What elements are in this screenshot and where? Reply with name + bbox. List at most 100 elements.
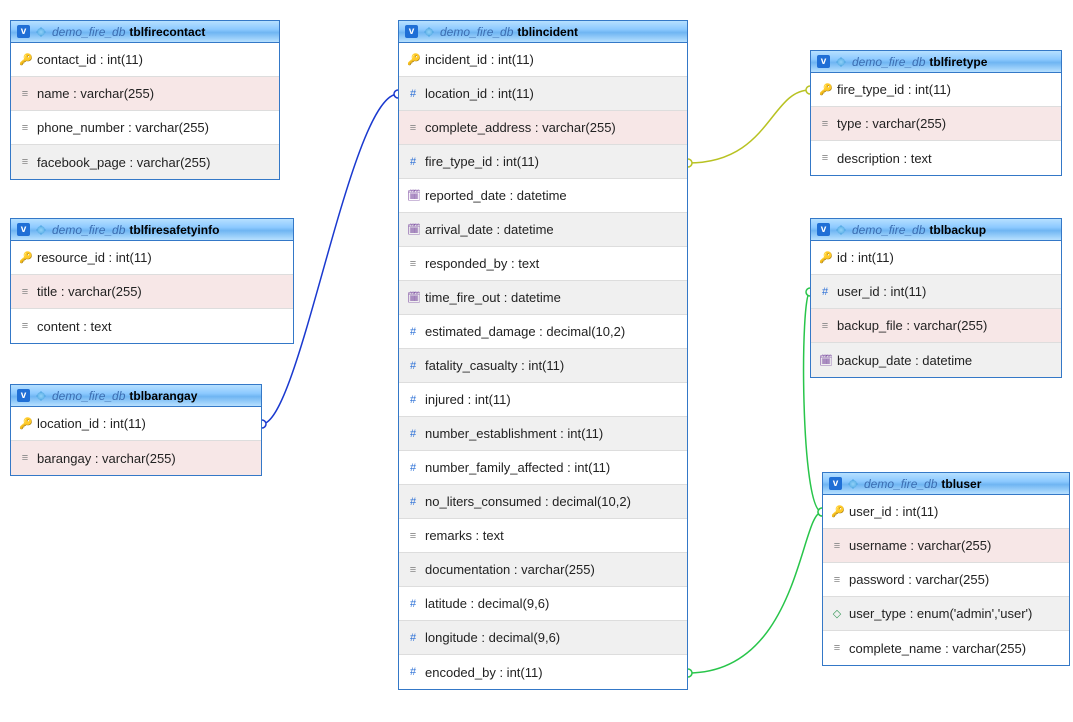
key-icon: 🔑 <box>19 53 31 66</box>
table-header[interactable]: vdemo_fire_db tblfiretype <box>811 51 1061 73</box>
column-row[interactable]: ≡remarks : text <box>399 519 687 553</box>
column-label: content : text <box>37 319 111 334</box>
column-row[interactable]: #no_liters_consumed : decimal(10,2) <box>399 485 687 519</box>
gear-icon <box>834 223 848 237</box>
column-row[interactable]: ≡type : varchar(255) <box>811 107 1061 141</box>
column-label: username : varchar(255) <box>849 538 991 553</box>
column-row[interactable]: #estimated_damage : decimal(10,2) <box>399 315 687 349</box>
txt-icon: ≡ <box>407 122 419 134</box>
column-row[interactable]: ≡barangay : varchar(255) <box>11 441 261 475</box>
column-row[interactable]: 🗓arrival_date : datetime <box>399 213 687 247</box>
column-label: barangay : varchar(255) <box>37 451 176 466</box>
dt-icon: 🗓 <box>819 354 831 367</box>
column-row[interactable]: #location_id : int(11) <box>399 77 687 111</box>
table-header[interactable]: vdemo_fire_db tbluser <box>823 473 1069 495</box>
column-row[interactable]: #fire_type_id : int(11) <box>399 145 687 179</box>
column-label: backup_file : varchar(255) <box>837 318 987 333</box>
column-row[interactable]: ≡responded_by : text <box>399 247 687 281</box>
table-name: tblfiresafetyinfo <box>129 223 219 237</box>
column-label: complete_name : varchar(255) <box>849 641 1026 656</box>
dt-icon: 🗓 <box>407 291 419 304</box>
column-label: injured : int(11) <box>425 392 511 407</box>
column-row[interactable]: # number_family_affected : int(11) <box>399 451 687 485</box>
column-row[interactable]: 🔑user_id : int(11) <box>823 495 1069 529</box>
column-row[interactable]: ≡phone_number : varchar(255) <box>11 111 279 145</box>
table-tblfiretype[interactable]: vdemo_fire_db tblfiretype🔑fire_type_id :… <box>810 50 1062 176</box>
column-row[interactable]: 🔑location_id : int(11) <box>11 407 261 441</box>
view-icon: v <box>17 25 30 38</box>
column-row[interactable]: #longitude : decimal(9,6) <box>399 621 687 655</box>
column-row[interactable]: ≡name : varchar(255) <box>11 77 279 111</box>
table-header[interactable]: vdemo_fire_db tblfiresafetyinfo <box>11 219 293 241</box>
column-row[interactable]: ≡facebook_page : varchar(255) <box>11 145 279 179</box>
column-row[interactable]: 🔑incident_id : int(11) <box>399 43 687 77</box>
column-row[interactable]: ≡title : varchar(255) <box>11 275 293 309</box>
column-row[interactable]: 🗓 time_fire_out : datetime <box>399 281 687 315</box>
table-name: tblbackup <box>929 223 986 237</box>
gear-icon <box>34 223 48 237</box>
column-label: arrival_date : datetime <box>425 222 554 237</box>
column-row[interactable]: ≡ username : varchar(255) <box>823 529 1069 563</box>
column-row[interactable]: 🔑contact_id : int(11) <box>11 43 279 77</box>
column-row[interactable]: #fatality_casualty : int(11) <box>399 349 687 383</box>
table-tblbackup[interactable]: vdemo_fire_db tblbackup🔑id : int(11) # use… <box>810 218 1062 378</box>
key-icon: 🔑 <box>19 251 31 264</box>
gear-icon <box>422 25 436 39</box>
table-tblbarangay[interactable]: vdemo_fire_db tblbarangay🔑location_id : … <box>10 384 262 476</box>
column-label: complete_address : varchar(255) <box>425 120 616 135</box>
column-label: number_family_affected : int(11) <box>425 460 610 475</box>
hash-icon: # <box>407 428 419 440</box>
column-label: time_fire_out : datetime <box>425 290 561 305</box>
en-icon: ◇ <box>831 607 843 620</box>
hash-icon: # <box>407 632 419 644</box>
table-tblincident[interactable]: vdemo_fire_db tblincident🔑incident_id : … <box>398 20 688 690</box>
column-label: number_establishment : int(11) <box>425 426 603 441</box>
column-row[interactable]: 🗓 backup_date : datetime <box>811 343 1061 377</box>
column-label: resource_id : int(11) <box>37 250 152 265</box>
column-row[interactable]: ≡backup_file : varchar(255) <box>811 309 1061 343</box>
column-row[interactable]: 🔑id : int(11) <box>811 241 1061 275</box>
column-row[interactable]: 🗓reported_date : datetime <box>399 179 687 213</box>
column-row[interactable]: ≡password : varchar(255) <box>823 563 1069 597</box>
hash-icon: # <box>819 286 831 298</box>
column-row[interactable]: ≡description : text <box>811 141 1061 175</box>
column-row[interactable]: # user_id : int(11) <box>811 275 1061 309</box>
table-tblfirecontact[interactable]: vdemo_fire_db tblfirecontact🔑contact_id … <box>10 20 280 180</box>
column-label: user_id : int(11) <box>837 284 926 299</box>
table-header[interactable]: vdemo_fire_db tblbackup <box>811 219 1061 241</box>
txt-icon: ≡ <box>831 540 843 552</box>
column-label: title : varchar(255) <box>37 284 142 299</box>
hash-icon: # <box>407 462 419 474</box>
column-row[interactable]: # number_establishment : int(11) <box>399 417 687 451</box>
column-row[interactable]: ≡content : text <box>11 309 293 343</box>
column-label: estimated_damage : decimal(10,2) <box>425 324 625 339</box>
key-icon: 🔑 <box>819 251 831 264</box>
table-header[interactable]: vdemo_fire_db tblbarangay <box>11 385 261 407</box>
column-label: description : text <box>837 151 932 166</box>
db-name: demo_fire_db <box>440 25 513 39</box>
table-tblfiresafetyinfo[interactable]: vdemo_fire_db tblfiresafetyinfo 🔑 resource… <box>10 218 294 344</box>
txt-icon: ≡ <box>19 122 31 134</box>
hash-icon: # <box>407 394 419 406</box>
view-icon: v <box>17 389 30 402</box>
column-row[interactable]: ≡ complete_name : varchar(255) <box>823 631 1069 665</box>
column-label: backup_date : datetime <box>837 353 972 368</box>
column-label: latitude : decimal(9,6) <box>425 596 549 611</box>
column-row[interactable]: ◇user_type : enum('admin','user') <box>823 597 1069 631</box>
hash-icon: # <box>407 156 419 168</box>
hash-icon: # <box>407 88 419 100</box>
column-row[interactable]: ≡ complete_address : varchar(255) <box>399 111 687 145</box>
column-row[interactable]: # injured : int(11) <box>399 383 687 417</box>
column-label: facebook_page : varchar(255) <box>37 155 210 170</box>
column-row[interactable]: 🔑 resource_id : int(11) <box>11 241 293 275</box>
table-header[interactable]: vdemo_fire_db tblincident <box>399 21 687 43</box>
column-row[interactable]: #encoded_by : int(11) <box>399 655 687 689</box>
txt-icon: ≡ <box>407 530 419 542</box>
table-header[interactable]: vdemo_fire_db tblfirecontact <box>11 21 279 43</box>
txt-icon: ≡ <box>831 642 843 654</box>
hash-icon: # <box>407 496 419 508</box>
column-row[interactable]: 🔑fire_type_id : int(11) <box>811 73 1061 107</box>
column-row[interactable]: #latitude : decimal(9,6) <box>399 587 687 621</box>
column-row[interactable]: ≡documentation : varchar(255) <box>399 553 687 587</box>
table-tbluser[interactable]: vdemo_fire_db tbluser🔑user_id : int(11)≡… <box>822 472 1070 666</box>
